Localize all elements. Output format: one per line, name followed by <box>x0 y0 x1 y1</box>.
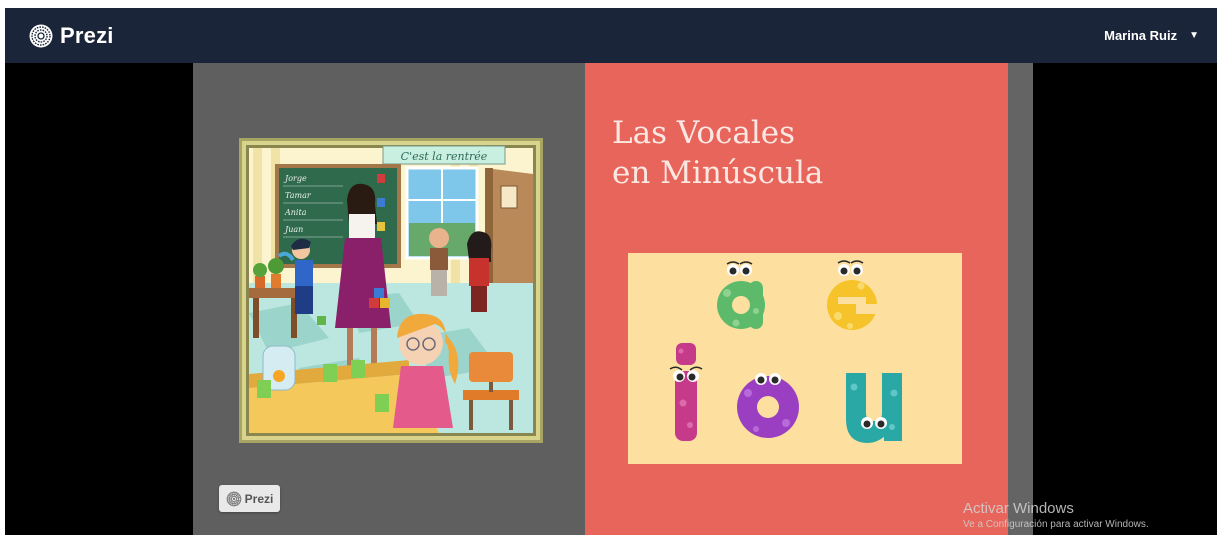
user-menu[interactable]: Marina Ruiz ▼ <box>1104 28 1199 43</box>
vowel-o <box>737 373 799 438</box>
slide-title-line2: en Minúscula <box>612 155 824 191</box>
brand-name: Prezi <box>60 22 114 48</box>
vowel-e <box>827 260 880 330</box>
vowels-illustration <box>669 260 902 443</box>
user-name: Marina Ruiz <box>1104 28 1178 43</box>
chalkboard-name: Tamar <box>285 191 312 200</box>
watermark-subtitle: Ve a Configuración para activar Windows. <box>963 519 1149 530</box>
top-navbar: Prezi Marina Ruiz ▼ <box>5 8 1217 63</box>
vowels-card <box>628 253 962 464</box>
prezi-logo-icon <box>29 24 53 47</box>
app-frame: Prezi Marina Ruiz ▼ C'est la rentrée Jor… <box>5 8 1217 535</box>
slide-left-panel: C'est la rentrée Jorge Tamar Anita Juan <box>193 63 585 535</box>
windows-activation-watermark: Activar Windows Ve a Configuración para … <box>963 500 1149 530</box>
presentation-stage[interactable]: C'est la rentrée Jorge Tamar Anita Juan <box>193 63 1033 535</box>
prezi-logo-icon <box>226 491 241 506</box>
brand[interactable]: Prezi <box>29 23 114 49</box>
vowel-i <box>669 343 703 441</box>
vowel-u <box>846 373 902 443</box>
badge-label: Prezi <box>244 491 274 506</box>
chalkboard-name: Anita <box>284 208 307 217</box>
slide-right-panel: Las Vocales en Minúscula <box>585 63 1008 535</box>
slide-edge-strip <box>1008 63 1033 535</box>
banner-text: C'est la rentrée <box>401 150 488 163</box>
caret-down-icon: ▼ <box>1189 30 1199 41</box>
prezi-badge[interactable]: Prezi <box>219 485 280 512</box>
chalkboard-name: Jorge <box>283 174 307 183</box>
classroom-illustration: C'est la rentrée Jorge Tamar Anita Juan <box>239 138 543 443</box>
vowel-a <box>717 261 765 329</box>
chalkboard-name: Juan <box>283 225 303 234</box>
slide-title: Las Vocales en Minúscula <box>612 113 823 193</box>
watermark-title: Activar Windows <box>963 500 1074 517</box>
slide-title-line1: Las Vocales <box>612 115 796 151</box>
